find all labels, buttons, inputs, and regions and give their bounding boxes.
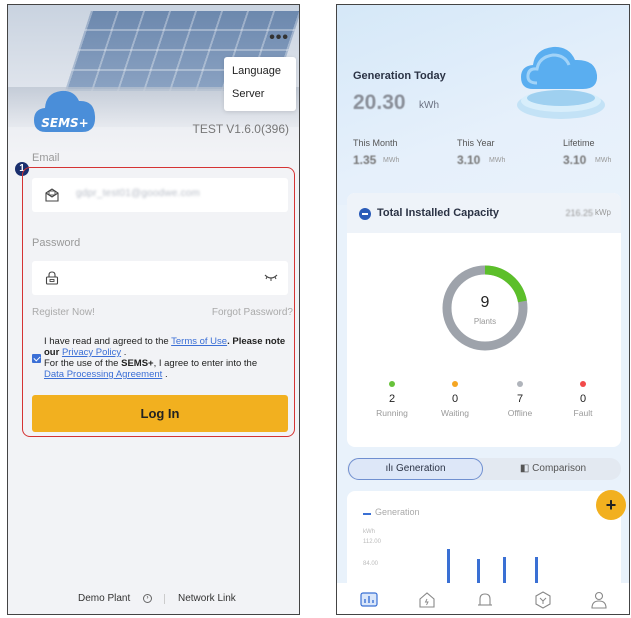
email-label: Email bbox=[32, 152, 60, 164]
plants-count: 9 bbox=[480, 294, 490, 311]
agreement-checkbox[interactable] bbox=[32, 354, 41, 363]
generation-bar-chart: kWh 112.00 84.00 bbox=[363, 529, 538, 587]
password-field[interactable] bbox=[32, 261, 288, 295]
envelope-icon bbox=[45, 188, 59, 202]
forgot-password-link[interactable]: Forgot Password? bbox=[212, 307, 293, 318]
lock-icon bbox=[45, 271, 59, 285]
status-dot bbox=[452, 381, 458, 387]
legend-line bbox=[363, 513, 371, 515]
tab-devices-icon[interactable] bbox=[533, 590, 553, 610]
status-waiting[interactable]: 0 Waiting bbox=[425, 381, 485, 418]
tab-home-icon[interactable] bbox=[417, 590, 437, 610]
plants-label: Plants bbox=[473, 317, 497, 326]
dashboard-screen: Generation Today 20.30 kWh This Month 1.… bbox=[336, 4, 630, 615]
register-link[interactable]: Register Now! bbox=[32, 307, 95, 318]
chart-bar bbox=[447, 549, 450, 587]
capacity-icon bbox=[359, 208, 371, 220]
chart-unit: kWh bbox=[363, 529, 375, 535]
generation-today-label: Generation Today bbox=[353, 70, 446, 82]
stat-label-lifetime: Lifetime bbox=[563, 138, 595, 148]
bottom-links: Demo Plant › Network Link bbox=[8, 593, 299, 607]
generation-today-unit: kWh bbox=[419, 100, 439, 111]
privacy-policy-link[interactable]: Privacy Policy bbox=[62, 347, 121, 358]
bottom-tab-bar bbox=[337, 583, 629, 614]
chart-toggle: ılı Generation ◧ Comparison bbox=[347, 458, 621, 480]
status-fault[interactable]: 0 Fault bbox=[553, 381, 613, 418]
generation-tab-icon: ılı bbox=[385, 463, 397, 474]
add-plant-button[interactable]: + bbox=[596, 490, 626, 520]
y-tick-label: 112.00 bbox=[363, 539, 382, 545]
menu-item-server[interactable]: Server bbox=[232, 88, 264, 100]
stat-label-year: This Year bbox=[457, 138, 495, 148]
y-tick-label: 84.00 bbox=[363, 561, 379, 567]
options-popup-menu: Language Server bbox=[224, 57, 296, 111]
stat-value-year: 3.10 bbox=[457, 153, 481, 167]
stat-label-month: This Month bbox=[353, 138, 398, 148]
demo-plant-link[interactable]: Demo Plant bbox=[78, 593, 130, 604]
network-link[interactable]: Network Link bbox=[178, 593, 236, 604]
hide-password-icon[interactable] bbox=[264, 272, 278, 282]
stat-unit-month: MWh bbox=[383, 157, 400, 164]
capacity-unit: kWp bbox=[595, 208, 611, 217]
email-field[interactable]: gdpr_test01@goodwe.com bbox=[32, 178, 288, 212]
terms-of-use-link[interactable]: Terms of Use bbox=[171, 336, 227, 347]
capacity-header[interactable]: Total Installed Capacity 216.25 kWp bbox=[347, 193, 621, 233]
stat-unit-year: MWh bbox=[489, 157, 506, 164]
password-label: Password bbox=[32, 237, 81, 249]
status-dot bbox=[517, 381, 523, 387]
divider bbox=[164, 594, 165, 604]
stat-value-month: 1.35 bbox=[353, 153, 377, 167]
more-options-icon[interactable]: ••• bbox=[269, 29, 289, 47]
email-value: gdpr_test01@goodwe.com bbox=[76, 188, 201, 199]
capacity-value: 216.25 bbox=[565, 208, 593, 218]
generation-today-value: 20.30 bbox=[353, 91, 406, 114]
capacity-title: Total Installed Capacity bbox=[377, 207, 500, 219]
tab-generation[interactable]: ılı Generation bbox=[348, 458, 483, 480]
tab-comparison[interactable]: ◧ Comparison bbox=[487, 458, 619, 480]
demo-arrow-icon[interactable]: › bbox=[143, 594, 152, 603]
tab-profile-icon[interactable] bbox=[589, 590, 609, 610]
agreement-text: I have read and agreed to the Terms of U… bbox=[44, 336, 286, 380]
tab-overview-icon[interactable] bbox=[359, 590, 379, 610]
generation-chart-card: Generation kWh 112.00 84.00 bbox=[347, 491, 621, 587]
logo-text: SEMS+ bbox=[41, 116, 89, 130]
menu-item-language[interactable]: Language bbox=[232, 65, 281, 77]
status-dot bbox=[580, 381, 586, 387]
installed-capacity-card: Total Installed Capacity 216.25 kWp 9 Pl… bbox=[347, 193, 621, 447]
stat-value-lifetime: 3.10 bbox=[563, 153, 587, 167]
data-processing-agreement-link[interactable]: Data Processing Agreement bbox=[44, 369, 162, 380]
chart-legend: Generation bbox=[375, 507, 420, 517]
stat-unit-lifetime: MWh bbox=[595, 157, 612, 164]
tab-alarm-icon[interactable] bbox=[475, 590, 495, 610]
app-version: TEST V1.6.0(396) bbox=[192, 122, 290, 136]
comparison-tab-icon: ◧ bbox=[519, 463, 533, 474]
status-offline[interactable]: 7 Offline bbox=[490, 381, 550, 418]
login-screen: ••• Language Server SEMS+ TEST V1.6.0(39… bbox=[7, 4, 300, 615]
status-running[interactable]: 2 Running bbox=[362, 381, 422, 418]
cloud-illustration-icon bbox=[517, 46, 605, 119]
sems-logo: SEMS+ bbox=[32, 80, 98, 135]
status-dot bbox=[389, 381, 395, 387]
login-button[interactable]: Log In bbox=[32, 395, 288, 432]
